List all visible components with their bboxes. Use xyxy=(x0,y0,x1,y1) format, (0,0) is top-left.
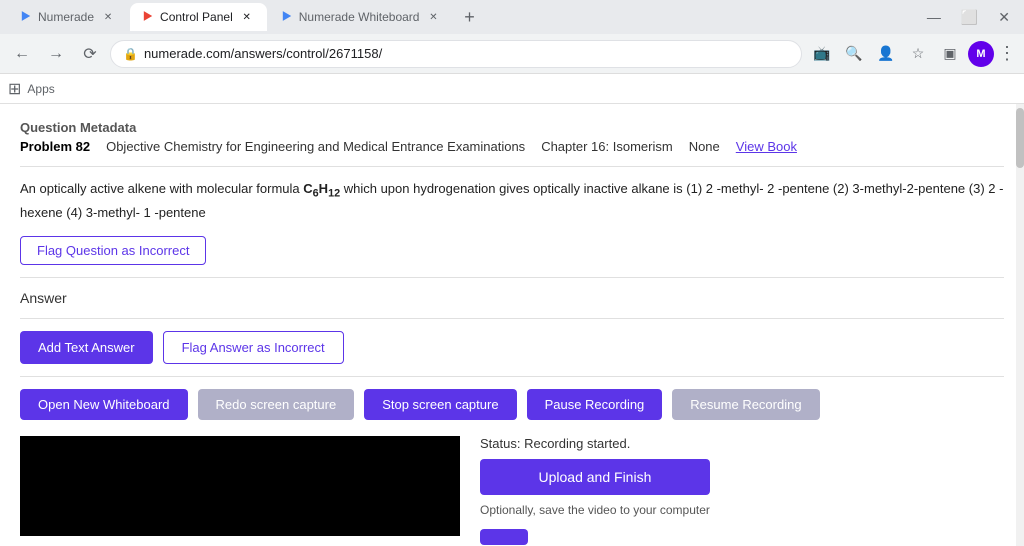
scrollbar-track[interactable] xyxy=(1016,104,1024,546)
browser-window: Numerade ✕ Control Panel ✕ Numerade Whit… xyxy=(0,0,1024,546)
recording-controls-row: Open New Whiteboard Redo screen capture … xyxy=(20,389,1004,420)
problem-chapter: Chapter 16: Isomerism xyxy=(541,139,673,154)
forward-button[interactable]: → xyxy=(42,40,70,68)
flag-answer-button[interactable]: Flag Answer as Incorrect xyxy=(163,331,344,364)
menu-button[interactable]: ⋮ xyxy=(998,43,1016,64)
flag-question-button[interactable]: Flag Question as Incorrect xyxy=(20,236,206,265)
tab-whiteboard-label: Numerade Whiteboard xyxy=(299,10,420,24)
search-icon[interactable]: 🔍 xyxy=(840,40,868,68)
divider-1 xyxy=(20,166,1004,167)
scrollbar-thumb[interactable] xyxy=(1016,108,1024,168)
tab-whiteboard[interactable]: Numerade Whiteboard ✕ xyxy=(269,3,454,31)
problem-row: Problem 82 Objective Chemistry for Engin… xyxy=(20,139,1004,154)
sidebar-icon[interactable]: ▣ xyxy=(936,40,964,68)
redo-capture-button: Redo screen capture xyxy=(198,389,355,420)
tab-numerade[interactable]: Numerade ✕ xyxy=(8,3,128,31)
answer-action-row: Add Text Answer Flag Answer as Incorrect xyxy=(20,331,1004,364)
reload-button[interactable]: ⟳ xyxy=(76,40,104,68)
numerade-favicon xyxy=(20,9,32,26)
problem-subject: Objective Chemistry for Engineering and … xyxy=(106,139,525,154)
open-whiteboard-button[interactable]: Open New Whiteboard xyxy=(20,389,188,420)
problem-none: None xyxy=(689,139,720,154)
optional-save-text: Optionally, save the video to your compu… xyxy=(480,503,710,517)
tab-control-panel[interactable]: Control Panel ✕ xyxy=(130,3,267,31)
divider-3 xyxy=(20,318,1004,319)
apps-label: Apps xyxy=(27,82,54,96)
star-icon[interactable]: ☆ xyxy=(904,40,932,68)
problem-number: Problem 82 xyxy=(20,139,90,154)
close-button[interactable]: ✕ xyxy=(992,7,1016,28)
control-panel-favicon xyxy=(142,9,154,26)
new-tab-button[interactable]: + xyxy=(455,3,483,31)
video-preview xyxy=(20,436,460,536)
tab-control-panel-label: Control Panel xyxy=(160,10,233,24)
profile-icon[interactable]: 👤 xyxy=(872,40,900,68)
resume-recording-button: Resume Recording xyxy=(672,389,819,420)
maximize-button[interactable]: ⬜ xyxy=(955,7,984,28)
address-bar: ← → ⟳ 🔒 numerade.com/answers/control/267… xyxy=(0,34,1024,74)
whiteboard-favicon xyxy=(281,9,293,26)
divider-4 xyxy=(20,376,1004,377)
content-bottom: Status: Recording started. Upload and Fi… xyxy=(20,436,1004,545)
profile-avatar[interactable]: M xyxy=(968,41,994,67)
url-text: numerade.com/answers/control/2671158/ xyxy=(144,46,382,61)
upload-finish-button[interactable]: Upload and Finish xyxy=(480,459,710,495)
stop-capture-button[interactable]: Stop screen capture xyxy=(364,389,516,420)
tab-whiteboard-close[interactable]: ✕ xyxy=(425,9,441,25)
tab-bar: Numerade ✕ Control Panel ✕ Numerade Whit… xyxy=(0,0,1024,34)
lock-icon: 🔒 xyxy=(123,47,138,61)
section-title: Question Metadata xyxy=(20,120,1004,135)
upload-panel: Status: Recording started. Upload and Fi… xyxy=(480,436,710,545)
pause-recording-button[interactable]: Pause Recording xyxy=(527,389,663,420)
view-book-link[interactable]: View Book xyxy=(736,139,797,154)
save-video-button[interactable] xyxy=(480,529,528,545)
apps-grid-icon[interactable]: ⊞ xyxy=(8,79,21,99)
question-text: An optically active alkene with molecula… xyxy=(20,179,1004,224)
window-controls: — ⬜ ✕ xyxy=(921,7,1016,28)
apps-bar: ⊞ Apps xyxy=(0,74,1024,104)
tab-numerade-label: Numerade xyxy=(38,10,94,24)
answer-section-title: Answer xyxy=(20,290,1004,306)
divider-2 xyxy=(20,277,1004,278)
add-text-answer-button[interactable]: Add Text Answer xyxy=(20,331,153,364)
page-content: Question Metadata Problem 82 Objective C… xyxy=(0,104,1024,546)
tab-numerade-close[interactable]: ✕ xyxy=(100,9,116,25)
minimize-button[interactable]: — xyxy=(921,7,947,27)
url-bar[interactable]: 🔒 numerade.com/answers/control/2671158/ xyxy=(110,40,802,68)
back-button[interactable]: ← xyxy=(8,40,36,68)
status-text: Status: Recording started. xyxy=(480,436,710,451)
cast-icon[interactable]: 📺 xyxy=(808,40,836,68)
tab-control-panel-close[interactable]: ✕ xyxy=(239,9,255,25)
address-actions: 📺 🔍 👤 ☆ ▣ M ⋮ xyxy=(808,40,1016,68)
